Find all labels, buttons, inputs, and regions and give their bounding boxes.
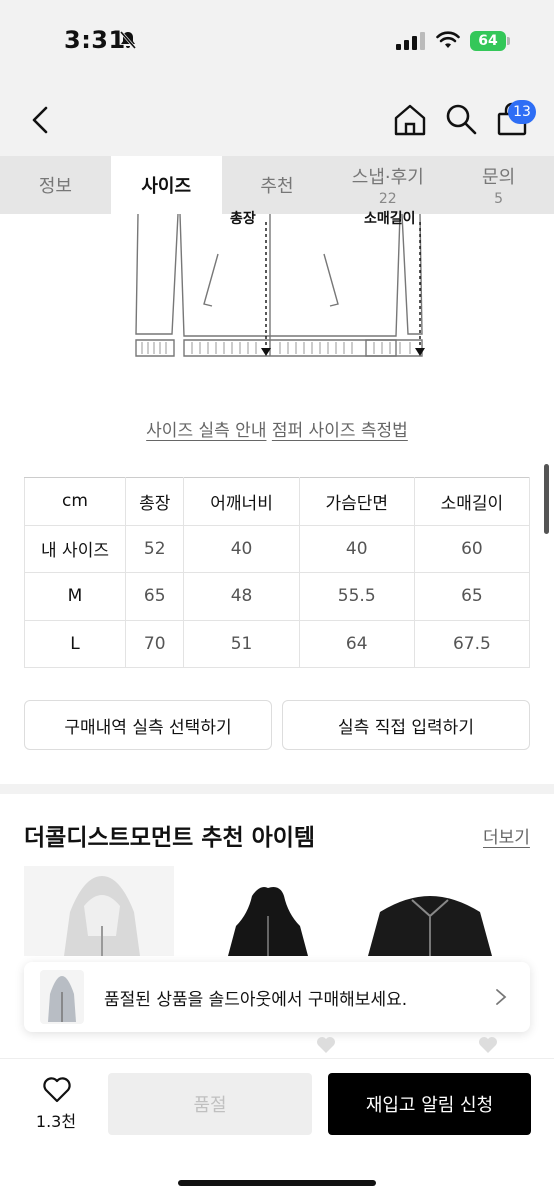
header-cell: 어깨너비	[183, 477, 300, 526]
product-thumbnail[interactable]	[24, 866, 174, 956]
table-row: L 70 51 64 67.5	[24, 619, 531, 668]
nav-header	[0, 80, 554, 156]
jumper-measure-link[interactable]: 점퍼 사이즈 측정법	[272, 421, 408, 441]
status-time: 3:31	[64, 26, 126, 54]
restock-alert-button[interactable]: 재입고 알림 신청	[328, 1073, 531, 1135]
header-cell: 소매길이	[413, 477, 531, 526]
product-thumbnail[interactable]	[190, 866, 340, 956]
direct-input-measure-button[interactable]: 실측 직접 입력하기	[282, 700, 530, 750]
size-table: cm 총장 어깨너비 가슴단면 소매길이 내 사이즈 52 40 40 60 M…	[24, 477, 531, 668]
soldout-product-thumbnail	[40, 970, 84, 1024]
tab-snap-review-count: 22	[378, 191, 397, 207]
home-indicator	[178, 1180, 376, 1186]
tab-info[interactable]: 정보	[0, 156, 111, 214]
header-cell: 가슴단면	[298, 477, 415, 526]
tab-snap-review[interactable]: 스냅·후기 22	[332, 156, 443, 214]
table-cell: 51	[183, 619, 300, 668]
product-tabs: 정보 사이즈 추천 스냅·후기 22 문의 5	[0, 156, 554, 214]
soldout-banner-message: 품절된 상품을 솔드아웃에서 구매해보세요.	[104, 989, 408, 1010]
back-arrow-icon[interactable]	[26, 102, 56, 138]
table-cell: 52	[124, 524, 185, 573]
bell-muted-icon	[119, 31, 137, 49]
tab-recommend[interactable]: 추천	[222, 156, 333, 214]
hooded-jacket-light-image	[64, 876, 140, 956]
search-icon[interactable]	[444, 102, 478, 136]
see-more-link[interactable]: 더보기	[483, 823, 530, 848]
size-guide-links: 사이즈 실측 안내 점퍼 사이즈 측정법	[0, 416, 554, 441]
cellular-signal-icon	[396, 32, 425, 50]
table-cell: 64	[298, 619, 415, 668]
tab-recommend-label: 추천	[260, 176, 294, 197]
table-cell: 65	[124, 572, 185, 621]
size-guide-link[interactable]: 사이즈 실측 안내	[146, 421, 266, 441]
soldout-banner[interactable]: 품절된 상품을 솔드아웃에서 구매해보세요.	[24, 962, 530, 1032]
heart-like-icon[interactable]	[42, 1076, 72, 1104]
tab-inquiry[interactable]: 문의 5	[443, 156, 554, 214]
header-cell: cm	[24, 477, 126, 526]
recommend-title: 더콜디스트모먼트 추천 아이템	[24, 825, 316, 851]
jacket-measure-illustration	[135, 214, 425, 357]
tab-snap-review-label: 스냅·후기	[351, 167, 424, 188]
wifi-icon	[436, 31, 460, 48]
table-cell: 40	[298, 524, 415, 573]
soldout-button: 품절	[108, 1073, 312, 1135]
sleeve-length-label: 소매길이	[364, 211, 416, 227]
battery-indicator: 64	[470, 31, 506, 51]
tab-size-label: 사이즈	[141, 176, 192, 197]
tab-info-label: 정보	[38, 176, 72, 197]
row-label: 내 사이즈	[24, 524, 126, 573]
heart-icon[interactable]	[478, 1036, 498, 1054]
table-header-row: cm 총장 어깨너비 가슴단면 소매길이	[24, 477, 531, 526]
table-cell: 48	[183, 572, 300, 621]
product-thumbnail[interactable]	[356, 866, 506, 956]
section-divider	[0, 784, 554, 794]
table-cell: 67.5	[413, 619, 531, 668]
like-count: 1.3천	[35, 1112, 77, 1131]
heart-icon[interactable]	[316, 1036, 336, 1054]
table-cell: 70	[124, 619, 185, 668]
hooded-jacket-black-image	[190, 866, 340, 956]
table-row: M 65 48 55.5 65	[24, 572, 531, 621]
battery-cap	[507, 37, 510, 45]
header-cell: 총장	[124, 477, 185, 526]
tab-inquiry-count: 5	[494, 191, 504, 207]
table-row: 내 사이즈 52 40 40 60	[24, 524, 531, 573]
length-label: 총장	[230, 211, 256, 227]
tab-size[interactable]: 사이즈	[110, 156, 222, 214]
table-cell: 40	[183, 524, 300, 573]
table-cell: 55.5	[298, 572, 415, 621]
chevron-right-icon	[496, 989, 507, 1005]
row-label: M	[24, 572, 126, 621]
select-purchase-measure-button[interactable]: 구매내역 실측 선택하기	[24, 700, 272, 750]
status-bar: 3:31 64	[0, 0, 554, 80]
row-label: L	[24, 619, 126, 668]
cart-count-badge: 13	[508, 100, 536, 124]
table-cell: 60	[413, 524, 531, 573]
collar-jacket-black-image	[356, 866, 506, 956]
tab-inquiry-label: 문의	[482, 167, 516, 188]
table-cell: 65	[413, 572, 531, 621]
scrollbar-thumb[interactable]	[544, 464, 549, 534]
home-icon[interactable]	[392, 102, 428, 138]
